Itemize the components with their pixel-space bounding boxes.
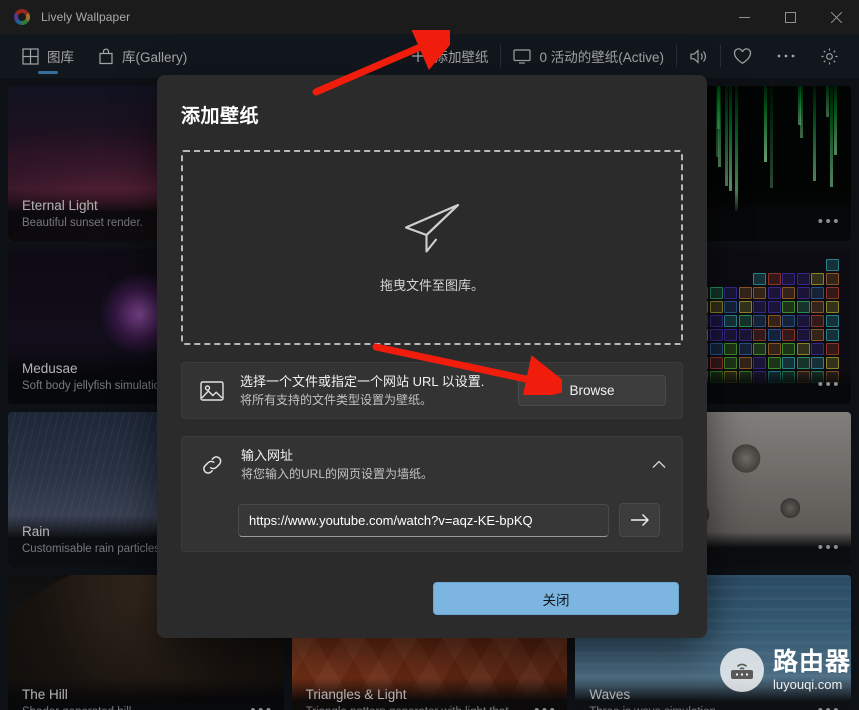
url-option-row[interactable]: 输入网址 将您输入的URL的网页设置为墙纸。 — [181, 436, 683, 493]
url-option-text: 输入网址 将您输入的URL的网页设置为墙纸。 — [241, 447, 628, 483]
file-option-text: 选择一个文件或指定一个网站 URL 以设置. 将所有支持的文件类型设置为壁纸。 — [240, 373, 502, 409]
file-option-subtitle: 将所有支持的文件类型设置为壁纸。 — [240, 392, 433, 407]
url-option-title: 输入网址 — [241, 448, 294, 463]
file-dropzone[interactable]: 拖曳文件至图库。 — [181, 150, 683, 345]
watermark-cn: 路由器 — [772, 647, 851, 676]
url-submit-button[interactable] — [619, 503, 660, 537]
link-icon — [200, 454, 225, 476]
image-icon — [200, 380, 224, 402]
browse-button[interactable]: Browse — [518, 375, 666, 406]
url-input[interactable] — [238, 503, 609, 537]
url-option-subtitle: 将您输入的URL的网页设置为墙纸。 — [241, 467, 434, 481]
file-option-title: 选择一个文件或指定一个网站 URL 以设置. — [240, 373, 485, 389]
url-input-row — [181, 493, 683, 552]
add-wallpaper-dialog: 添加壁纸 拖曳文件至图库。 选择一个文件或指定一个网站 URL 以设置. 将所有… — [157, 75, 707, 638]
app-window: Lively Wallpaper 图库 库(Gallery) 添加壁纸 0 活动… — [0, 0, 859, 710]
dialog-title: 添加壁纸 — [181, 106, 260, 127]
file-option-row[interactable]: 选择一个文件或指定一个网站 URL 以设置. 将所有支持的文件类型设置为壁纸。 … — [181, 362, 683, 419]
dropzone-label: 拖曳文件至图库。 — [379, 278, 484, 293]
watermark: 路由器 luyouqi.com — [719, 647, 851, 692]
paper-plane-icon — [402, 201, 462, 261]
watermark-text: 路由器 luyouqi.com — [772, 647, 851, 692]
chevron-up-icon[interactable] — [644, 458, 666, 472]
close-dialog-button[interactable]: 关闭 — [433, 582, 679, 615]
router-icon — [719, 648, 764, 692]
watermark-en: luyouqi.com — [772, 676, 843, 692]
